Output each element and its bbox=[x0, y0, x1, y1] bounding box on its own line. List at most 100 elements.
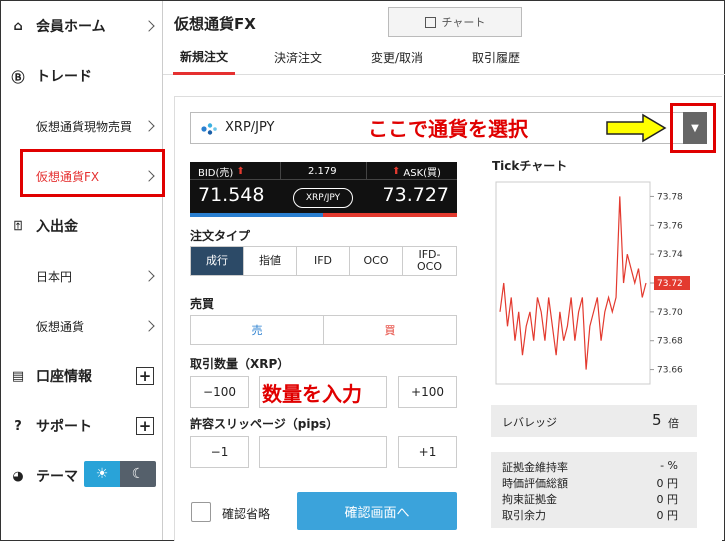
quote-pair: XRP/JPY bbox=[293, 188, 353, 208]
stat-label: 取引余力 bbox=[502, 509, 546, 522]
theme-toggle[interactable]: ☀ ☾ bbox=[84, 461, 156, 487]
skip-confirm-label: 確認省略 bbox=[222, 507, 271, 521]
sidebar-item-deposit[interactable]: ⍐ 入出金 bbox=[1, 201, 163, 251]
sidebar-item-label: 仮想通貨現物売買 bbox=[36, 119, 133, 134]
y-tick-label: 73.76 bbox=[657, 221, 683, 231]
highlight-box-fx bbox=[20, 149, 165, 197]
order-type-group: 成行 指値 IFD OCO IFD-OCO bbox=[190, 246, 457, 276]
sidebar-item-account[interactable]: ▤ 口座情報 + bbox=[1, 351, 163, 401]
sidebar-item-label: 入出金 bbox=[36, 219, 78, 235]
chart-button-label: チャート bbox=[441, 16, 486, 29]
side-group: 売 買 bbox=[190, 315, 457, 345]
stat-label: 拘束証拠金 bbox=[502, 493, 557, 506]
bitcoin-icon: Ⓑ bbox=[11, 70, 25, 86]
slippage-input[interactable] bbox=[259, 436, 387, 468]
order-type-ifd[interactable]: IFD bbox=[297, 247, 350, 275]
y-tick-label: 73.74 bbox=[657, 250, 683, 260]
tick-chart-title: Tickチャート bbox=[492, 159, 568, 173]
yellow-arrow-icon bbox=[606, 113, 667, 143]
order-type-ifd-oco[interactable]: IFD-OCO bbox=[403, 247, 456, 275]
ask-bar bbox=[323, 213, 457, 217]
sidebar-item-jpy[interactable]: 日本円 bbox=[1, 251, 163, 301]
sidebar-item-spot[interactable]: 仮想通貨現物売買 bbox=[1, 101, 163, 151]
order-type-label: 注文タイプ bbox=[190, 229, 251, 243]
tick-series-line bbox=[499, 196, 647, 370]
sidebar-item-label: 口座情報 bbox=[36, 369, 92, 385]
chevron-right-icon bbox=[143, 270, 155, 282]
bid-header: BID(売) ⬆ bbox=[198, 162, 245, 180]
stat-value: - % bbox=[660, 459, 678, 472]
annotation-select-currency: ここで通貨を選択 bbox=[368, 117, 528, 141]
quantity-plus-button[interactable]: +100 bbox=[398, 376, 457, 408]
quote-divider bbox=[366, 162, 367, 180]
sell-button[interactable]: 売 bbox=[191, 316, 324, 344]
home-icon: ⌂ bbox=[13, 18, 23, 34]
stat-value: 0 円 bbox=[656, 477, 679, 490]
bar-chart-icon bbox=[424, 16, 436, 28]
account-card-icon: ▤ bbox=[11, 368, 25, 384]
expand-plus-icon[interactable]: + bbox=[136, 417, 154, 435]
tab-new-order[interactable]: 新規注文 bbox=[173, 40, 235, 75]
order-type-oco[interactable]: OCO bbox=[350, 247, 403, 275]
expand-plus-icon[interactable]: + bbox=[136, 367, 154, 385]
sidebar: ⌂ 会員ホーム Ⓑ トレード 仮想通貨現物売買 仮想通貨FX ⍐ 入出金 日本円… bbox=[1, 1, 163, 540]
sidebar-item-home[interactable]: ⌂ 会員ホーム bbox=[1, 1, 163, 51]
tab-modify-cancel[interactable]: 変更/取消 bbox=[361, 40, 433, 75]
sidebar-item-label: サポート bbox=[36, 419, 92, 435]
spread: 2.179 bbox=[308, 165, 337, 177]
stat-value: 0 円 bbox=[656, 509, 679, 522]
stat-row: 拘束証拠金 0 円 bbox=[502, 491, 682, 506]
highlight-box-dropdown bbox=[670, 103, 716, 153]
quote-divider bbox=[280, 162, 281, 180]
y-tick-label: 73.68 bbox=[657, 337, 683, 347]
stat-row: 証拠金維持率 - % bbox=[502, 459, 682, 474]
arrow-up-icon: ⬆ bbox=[236, 165, 245, 177]
order-type-market[interactable]: 成行 bbox=[191, 247, 244, 275]
arrow-up-icon: ⬆ bbox=[392, 165, 401, 177]
slippage-minus-button[interactable]: −1 bbox=[190, 436, 249, 468]
order-type-limit[interactable]: 指値 bbox=[244, 247, 297, 275]
tick-chart: 73.7873.7673.7473.7273.7073.6873.6673.72 bbox=[495, 181, 690, 385]
deposit-icon: ⍐ bbox=[14, 218, 22, 234]
stat-label: 時価評価総額 bbox=[502, 477, 568, 490]
sidebar-item-label: トレード bbox=[36, 69, 92, 85]
bid-label: BID(売) bbox=[198, 167, 234, 179]
sidebar-item-crypto[interactable]: 仮想通貨 bbox=[1, 301, 163, 351]
y-tick-label: 73.70 bbox=[657, 308, 683, 318]
stat-value: 0 円 bbox=[656, 493, 679, 506]
chevron-right-icon bbox=[143, 320, 155, 332]
chart-button[interactable]: チャート bbox=[388, 7, 522, 37]
annotation-enter-quantity: 数量を入力 bbox=[262, 382, 362, 406]
sidebar-item-label: 日本円 bbox=[36, 269, 73, 284]
help-icon: ? bbox=[14, 418, 22, 434]
quantity-label: 取引数量（XRP） bbox=[190, 357, 290, 371]
palette-icon: ◕ bbox=[12, 468, 24, 484]
tab-bar: 新規注文 決済注文 変更/取消 取引履歴 bbox=[163, 40, 725, 75]
quantity-minus-button[interactable]: −100 bbox=[190, 376, 249, 408]
skip-confirm-checkbox[interactable] bbox=[191, 502, 211, 522]
chart-frame bbox=[495, 181, 651, 385]
buy-button[interactable]: 買 bbox=[324, 316, 456, 344]
chevron-right-icon bbox=[143, 20, 155, 32]
y-tick-label: 73.78 bbox=[657, 192, 683, 202]
slippage-plus-button[interactable]: +1 bbox=[398, 436, 457, 468]
confirm-button[interactable]: 確認画面へ bbox=[297, 492, 457, 530]
moon-icon[interactable]: ☾ bbox=[120, 461, 156, 487]
tab-history[interactable]: 取引履歴 bbox=[463, 40, 529, 75]
sidebar-item-label: テーマ bbox=[36, 469, 78, 485]
leverage-unit: 倍 bbox=[668, 417, 679, 430]
sidebar-item-support[interactable]: ? サポート + bbox=[1, 401, 163, 451]
leverage-value: 5 bbox=[652, 411, 662, 429]
quote-panel: BID(売) ⬆ 2.179 ⬆ ASK(買) 71.548 XRP/JPY 7… bbox=[190, 162, 457, 217]
tab-close-order[interactable]: 決済注文 bbox=[263, 40, 333, 75]
chevron-right-icon bbox=[143, 120, 155, 132]
page-title: 仮想通貨FX bbox=[174, 15, 256, 33]
ask-label: ASK(買) bbox=[403, 167, 441, 179]
sun-icon[interactable]: ☀ bbox=[84, 461, 120, 487]
y-tick-label: 73.66 bbox=[657, 366, 683, 376]
side-label: 売買 bbox=[190, 297, 215, 311]
stat-row: 取引余力 0 円 bbox=[502, 507, 682, 522]
pair-select-value: XRP/JPY bbox=[225, 120, 275, 135]
sidebar-item-trade[interactable]: Ⓑ トレード bbox=[1, 51, 163, 101]
slippage-label: 許容スリッページ（pips） bbox=[190, 417, 339, 431]
